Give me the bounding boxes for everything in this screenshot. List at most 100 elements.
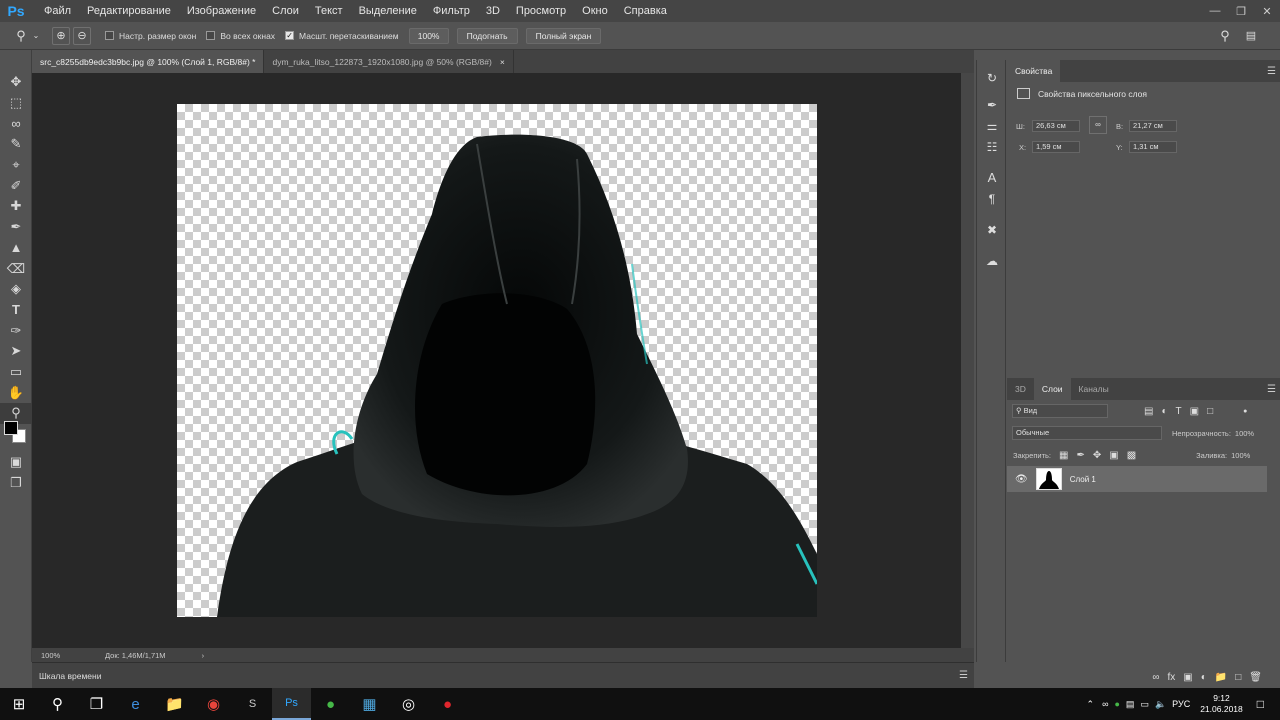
chrome-icon[interactable]: ◉ [194, 688, 233, 720]
link-layers-icon[interactable]: ∞ [1152, 672, 1159, 683]
fit-screen-button[interactable]: Подогнать [456, 27, 518, 44]
quick-mask-icon[interactable]: ▣ [0, 452, 32, 473]
paint-bucket-tool-icon[interactable]: ◈ [0, 279, 32, 300]
app-disc-icon[interactable]: ◎ [389, 688, 428, 720]
zoom-value-field[interactable]: 100% [408, 27, 449, 44]
resize-windows-checkbox[interactable]: Настр. размер окон [105, 31, 196, 41]
lock-position-icon[interactable]: ✥ [1093, 450, 1101, 461]
quick-select-tool-icon[interactable]: ✎ [0, 134, 32, 155]
width-field[interactable]: 26,63 см [1032, 120, 1080, 132]
filter-type-icon[interactable]: T [1176, 406, 1182, 417]
tray-chevron-icon[interactable]: ⌃ [1087, 699, 1095, 710]
record-icon[interactable]: ● [428, 688, 467, 720]
minimize-icon[interactable]: — [1202, 0, 1228, 22]
close-icon[interactable]: ✕ [1254, 0, 1280, 22]
pen-tool-icon[interactable]: ✑ [0, 320, 32, 341]
filter-shape-icon[interactable]: ▣ [1190, 406, 1199, 417]
path-selection-tool-icon[interactable]: ➤ [0, 341, 32, 362]
language-indicator[interactable]: РУС [1172, 699, 1190, 709]
document-tab-active[interactable]: src_c8255db9edc3b9bc.jpg @ 100% (Слой 1,… [32, 50, 265, 73]
tools-settings-icon[interactable]: ✖ [977, 219, 1007, 240]
menu-select[interactable]: Выделение [351, 0, 425, 22]
zoom-percentage[interactable]: 100% [41, 651, 105, 660]
file-explorer-icon[interactable]: 📁 [155, 688, 194, 720]
opacity-value[interactable]: 100% [1235, 429, 1254, 438]
zoom-out-icon[interactable]: ⊖ [73, 26, 91, 45]
chevron-down-icon[interactable]: ⌄ [32, 26, 40, 46]
rectangle-tool-icon[interactable]: ▭ [0, 362, 32, 383]
filter-pixel-icon[interactable]: ▤ [1144, 406, 1153, 417]
cloud-icon[interactable]: ☁ [977, 250, 1007, 271]
notifications-icon[interactable]: □ [1257, 697, 1264, 711]
photoshop-taskbar-icon[interactable]: Ps [272, 688, 311, 720]
close-tab-icon[interactable]: × [500, 57, 505, 67]
lock-all-icon[interactable]: ▩ [1127, 450, 1136, 461]
brush-settings-icon[interactable]: ✒ [977, 94, 1007, 115]
search-icon[interactable]: ⚲ [1214, 26, 1236, 46]
add-mask-icon[interactable]: ▣ [1183, 672, 1192, 683]
menu-view[interactable]: Просмотр [508, 0, 574, 22]
search-icon[interactable]: ⚲ [38, 688, 77, 720]
stamp-tool-icon[interactable]: ▲ [0, 238, 32, 259]
layer-filter-dropdown[interactable]: ⚲ Вид [1012, 404, 1108, 418]
panel-menu-icon[interactable]: ☰ [1267, 66, 1276, 77]
screen-mode-icon[interactable]: ❐ [0, 473, 32, 494]
color-swatches[interactable] [4, 421, 28, 445]
windows-start-icon[interactable]: ⊞ [0, 688, 38, 720]
app-green-icon[interactable]: ● [311, 688, 350, 720]
menu-image[interactable]: Изображение [179, 0, 264, 22]
new-group-icon[interactable]: 📁 [1215, 672, 1227, 683]
crop-tool-icon[interactable]: ⌖ [0, 155, 32, 176]
tab-channels[interactable]: Каналы [1071, 378, 1117, 400]
y-field[interactable]: 1,31 см [1129, 141, 1177, 153]
menu-filter[interactable]: Фильтр [425, 0, 478, 22]
menu-help[interactable]: Справка [616, 0, 675, 22]
workspace-icon[interactable]: ▤ [1240, 26, 1262, 46]
tab-3d[interactable]: 3D [1007, 378, 1034, 400]
lasso-tool-icon[interactable]: ∞ [0, 113, 32, 134]
app-s-icon[interactable]: S [233, 688, 272, 720]
menu-edit[interactable]: Редактирование [79, 0, 179, 22]
wifi-icon[interactable]: ▤ [1126, 699, 1135, 710]
tab-properties[interactable]: Свойства [1007, 60, 1061, 82]
document-canvas[interactable] [177, 104, 817, 617]
lock-transparent-icon[interactable]: ▦ [1059, 450, 1068, 461]
menu-type[interactable]: Текст [307, 0, 351, 22]
fx-icon[interactable]: fx [1168, 672, 1176, 683]
restore-icon[interactable]: ❐ [1228, 0, 1254, 22]
network-tray-icon[interactable]: ∞ [1102, 699, 1108, 709]
new-adjustment-icon[interactable]: ◐ [1201, 672, 1207, 683]
zoom-in-icon[interactable]: ⊕ [52, 26, 70, 45]
timeline-label[interactable]: Шкала времени [39, 671, 101, 681]
task-view-icon[interactable]: ❐ [77, 688, 116, 720]
panel-menu-icon[interactable]: ☰ [1267, 384, 1276, 395]
marquee-tool-icon[interactable]: ⬚ [0, 93, 32, 114]
lock-pixels-icon[interactable]: ✒ [1076, 450, 1084, 461]
eyedropper-tool-icon[interactable]: ✐ [0, 175, 32, 196]
fill-value[interactable]: 100% [1231, 451, 1250, 460]
visibility-eye-icon[interactable]: 👁 [1015, 474, 1028, 485]
brush-tool-icon[interactable]: ✒ [0, 217, 32, 238]
lock-artboard-icon[interactable]: ▣ [1109, 450, 1118, 461]
filter-adjustment-icon[interactable]: ◐ [1161, 406, 1167, 417]
character-icon[interactable]: A [977, 167, 1007, 188]
volume-icon[interactable]: 🔈 [1155, 699, 1166, 710]
battery-icon[interactable]: ▭ [1140, 699, 1149, 710]
height-field[interactable]: 21,27 см [1129, 120, 1177, 132]
panel-menu-icon[interactable]: ☰ [959, 670, 968, 681]
all-windows-checkbox[interactable]: Во всех окнах [206, 31, 275, 41]
document-tab[interactable]: dym_ruka_litso_122873_1920x1080.jpg @ 50… [264, 50, 514, 73]
status-arrow-icon[interactable]: › [202, 651, 205, 660]
delete-layer-icon[interactable]: 🗑 [1249, 672, 1262, 683]
vertical-scrollbar[interactable] [961, 73, 974, 648]
move-tool-icon[interactable]: ✥ [0, 72, 32, 93]
layer-row[interactable]: 👁 Слой 1 [1007, 466, 1267, 492]
menu-layers[interactable]: Слои [264, 0, 307, 22]
filter-toggle-icon[interactable]: ● [1243, 408, 1247, 415]
zoom-tool-icon[interactable]: ⚲ [10, 26, 32, 46]
libraries-icon[interactable]: ☷ [977, 136, 1007, 157]
filter-smart-icon[interactable]: □ [1207, 406, 1213, 417]
app-image-icon[interactable]: ▦ [350, 688, 389, 720]
fill-screen-button[interactable]: Полный экран [525, 27, 602, 44]
app-tray-icon[interactable]: ● [1114, 699, 1119, 709]
